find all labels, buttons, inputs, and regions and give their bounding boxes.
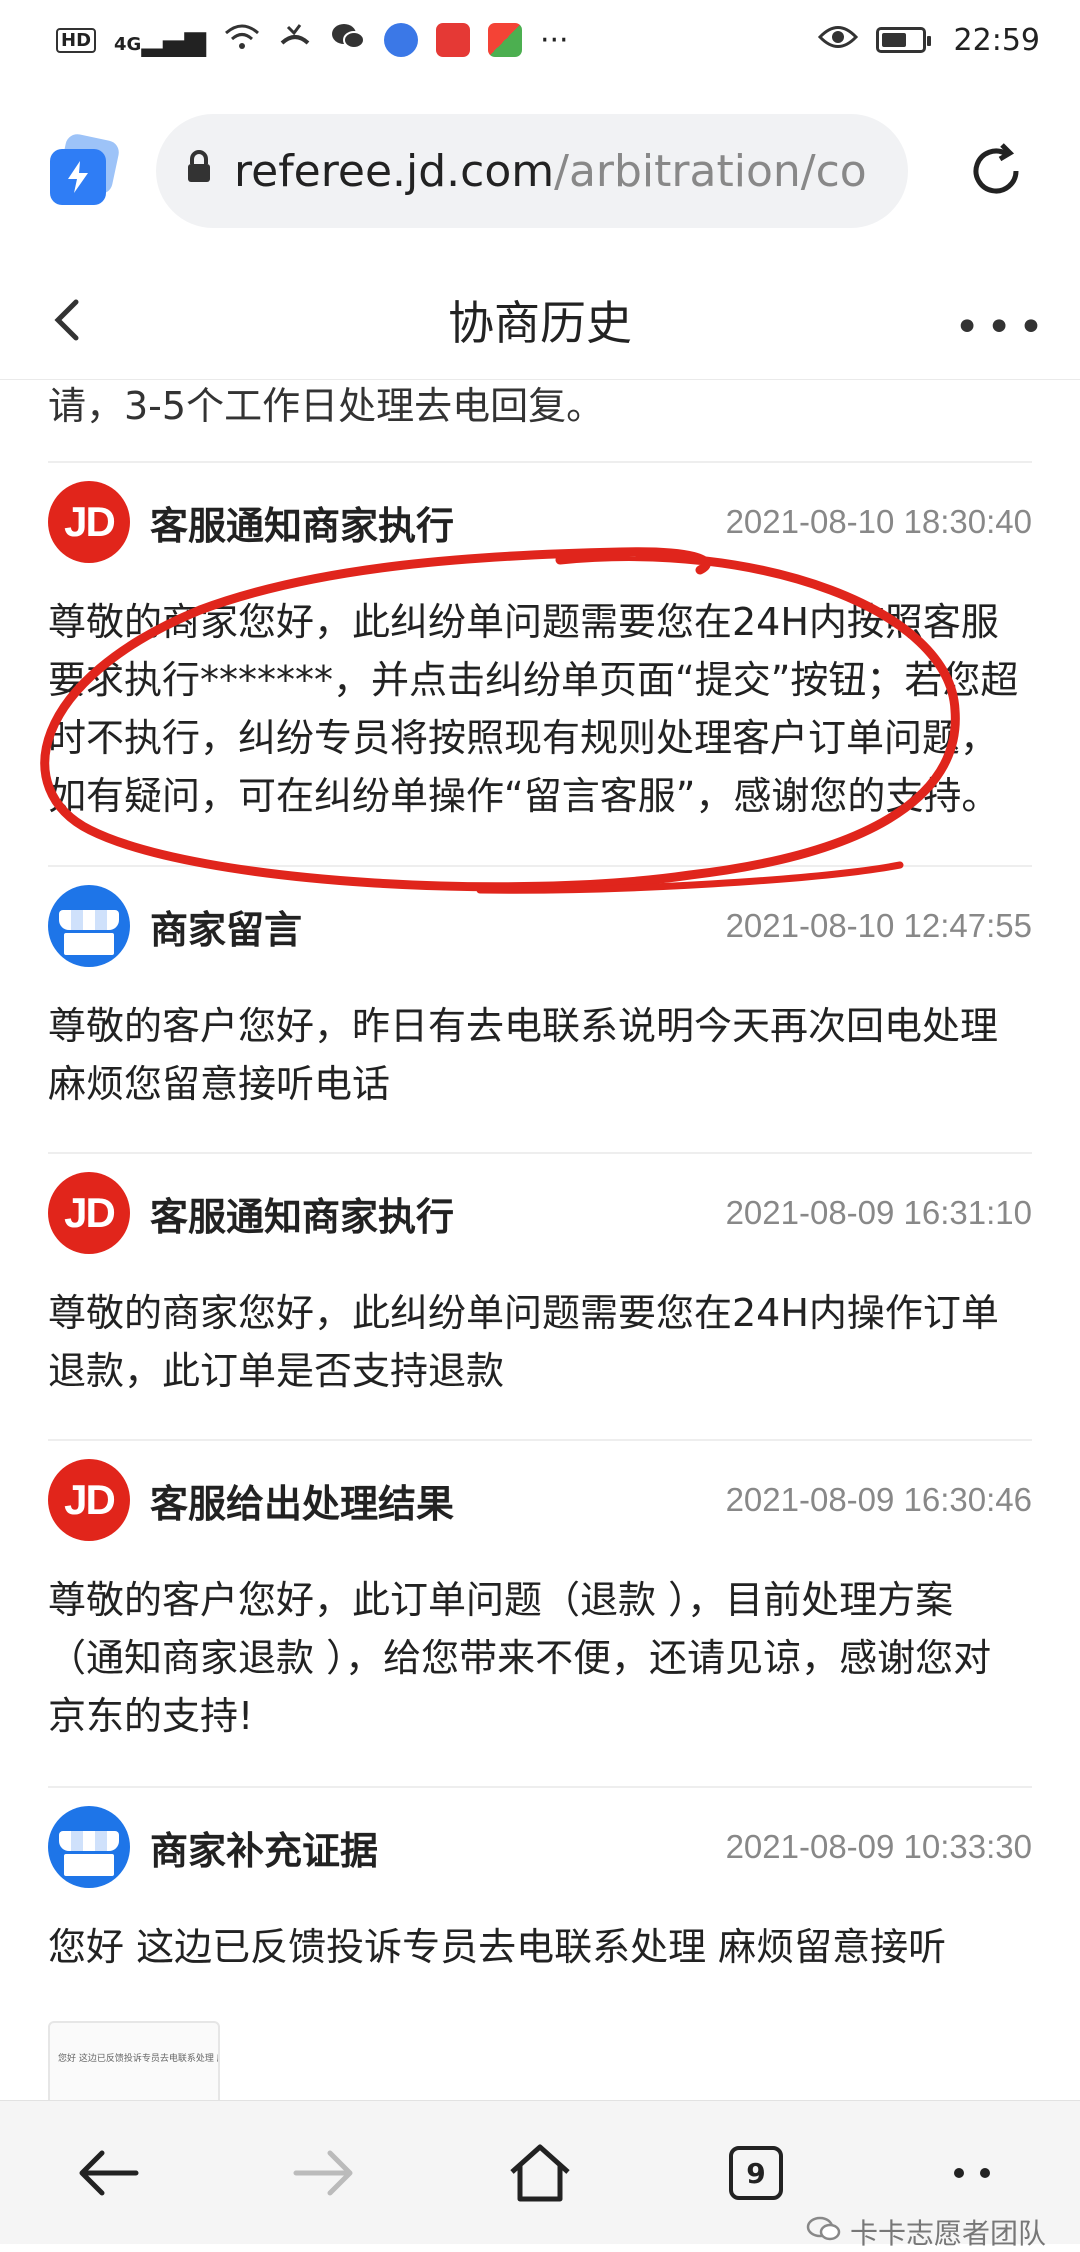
wechat-icon [330,22,366,59]
jd-logo-icon: JD [48,481,130,563]
entry-message: 尊敬的客户您好，昨日有去电联系说明今天再次回电处理 麻烦您留意接听电话 [48,997,1032,1113]
tab-switcher-button[interactable]: 9 [696,2101,816,2245]
message-line: 如有疑问，可在纠纷单操作“留言客服”，感谢您的支持。 [48,774,1000,818]
message-line: 尊敬的客户您好，此订单问题（退款 ），目前处理方案 [48,1578,954,1622]
more-icon[interactable]: ••• [954,302,1050,353]
history-entry: JD 客服通知商家执行 2021-08-09 16:31:10 尊敬的商家您好，… [48,1168,1032,1400]
jd-logo-icon: JD [48,1459,130,1541]
history-entry: JD 客服通知商家执行 2021-08-10 18:30:40 尊敬的商家您好，… [48,477,1032,825]
divider [48,865,1032,867]
url-path: /arbitration/co [554,145,867,197]
partial-message-text: 请，3-5个工作日处理去电回复。 [48,384,605,428]
arrow-left-icon[interactable] [48,2101,168,2245]
entry-title: 商家补充证据 [150,1828,379,1873]
wechat-watermark-icon [806,2215,842,2250]
divider [48,461,1032,463]
history-entry: 商家留言 2021-08-10 12:47:55 尊敬的客户您好，昨日有去电联系… [48,881,1032,1113]
battery-icon [875,27,931,53]
message-line: 尊敬的客户您好，昨日有去电联系说明今天再次回电处理 [48,1004,999,1048]
entry-time: 2021-08-10 12:47:55 [725,907,1032,944]
missed-call-icon [278,23,312,58]
music-app-icon [383,23,418,57]
arrow-right-icon[interactable] [264,2101,384,2245]
entry-title: 客服通知商家执行 [150,1194,455,1239]
message-line: 麻烦您留意接听电话 [48,1062,391,1106]
thumbnail-text: 您好 这边已反馈投诉专员去电联系处理 麻烦留意接听 [58,2054,218,2064]
entry-title: 客服给出处理结果 [150,1481,455,1526]
more-notifications: ··· [539,22,569,58]
watermark-text: 卡卡志愿者团队 [849,2217,1046,2250]
history-entry: JD 客服给出处理结果 2021-08-09 16:30:46 尊敬的客户您好，… [48,1455,1032,1745]
eye-icon [817,23,858,58]
chevron-left-icon[interactable] [40,290,100,350]
entry-title: 客服通知商家执行 [150,503,455,548]
entry-time: 2021-08-09 16:31:10 [725,1194,1032,1231]
entry-time: 2021-08-09 10:33:30 [725,1828,1032,1865]
entry-message: 您好 这边已反馈投诉专员去电联系处理 麻烦留意接听 [48,1918,1032,1976]
signal-icon: 4G▂▄▆ [114,23,206,57]
home-icon[interactable] [480,2101,600,2245]
url-domain: referee.jd.com [234,145,555,197]
message-line: 尊敬的商家您好，此纠纷单问题需要您在24H内按照客服 [48,600,999,644]
tab-count: 9 [729,2146,783,2200]
reload-icon[interactable] [960,135,1032,207]
message-line: 退款，此订单是否支持退款 [48,1349,505,1393]
jd-logo-icon: JD [48,1172,130,1254]
shopping-app-icon [435,23,470,57]
entry-message: 尊敬的商家您好，此纠纷单问题需要您在24H内操作订单 退款，此订单是否支持退款 [48,1284,1032,1400]
hd-indicator: HD [56,27,97,53]
status-bar: HD 4G▂▄▆ ··· 22:59 [0,0,1080,80]
message-line: 尊敬的商家您好，此纠纷单问题需要您在24H内操作订单 [48,1291,999,1335]
history-entry: 商家补充证据 2021-08-09 10:33:30 您好 这边已反馈投诉专员去… [48,1802,1032,1976]
clock: 22:59 [953,22,1040,58]
message-line: 京东的支持! [48,1694,254,1738]
shop-icon [48,885,130,967]
shop-icon [48,1806,130,1888]
entry-message: 尊敬的商家您好，此纠纷单问题需要您在24H内按照客服 要求执行*******，并… [48,593,1032,825]
page-header: 协商历史 ••• [0,260,1080,380]
evidence-image-thumbnail[interactable]: 您好 这边已反馈投诉专员去电联系处理 麻烦留意接听 [48,2021,220,2101]
entry-time: 2021-08-10 18:30:40 [725,503,1032,540]
lock-icon [186,149,212,193]
entry-message: 尊敬的客户您好，此订单问题（退款 ），目前处理方案 （通知商家退款 ），给您带来… [48,1571,1032,1745]
colorful-app-icon [487,23,522,57]
network-type: 4G [114,33,142,55]
wifi-icon [224,23,260,58]
page-title: 协商历史 [448,295,632,350]
browser-toolbar: referee.jd.com/arbitration/co [0,96,1080,246]
divider [48,1786,1032,1788]
message-line: （通知商家退款 ），给您带来不便，还请见谅，感谢您对 [48,1636,992,1680]
address-bar[interactable]: referee.jd.com/arbitration/co [156,114,908,228]
divider [48,1439,1032,1441]
entry-title: 商家留言 [150,907,303,952]
divider [48,1152,1032,1154]
browser-logo-icon[interactable] [48,131,122,207]
entry-time: 2021-08-09 16:30:46 [725,1481,1032,1518]
message-line: 您好 这边已反馈投诉专员去电联系处理 麻烦留意接听 [48,1925,947,1969]
message-line: 时不执行，纠纷专员将按照现有规则处理客户订单问题， [48,716,999,760]
message-line: 要求执行*******，并点击纠纷单页面“提交”按钮；若您超 [48,658,1019,702]
watermark: 卡卡志愿者团队 [806,2212,1046,2252]
negotiation-history-list: 请，3-5个工作日处理去电回复。 JD 客服通知商家执行 2021-08-10 … [0,381,1080,2101]
